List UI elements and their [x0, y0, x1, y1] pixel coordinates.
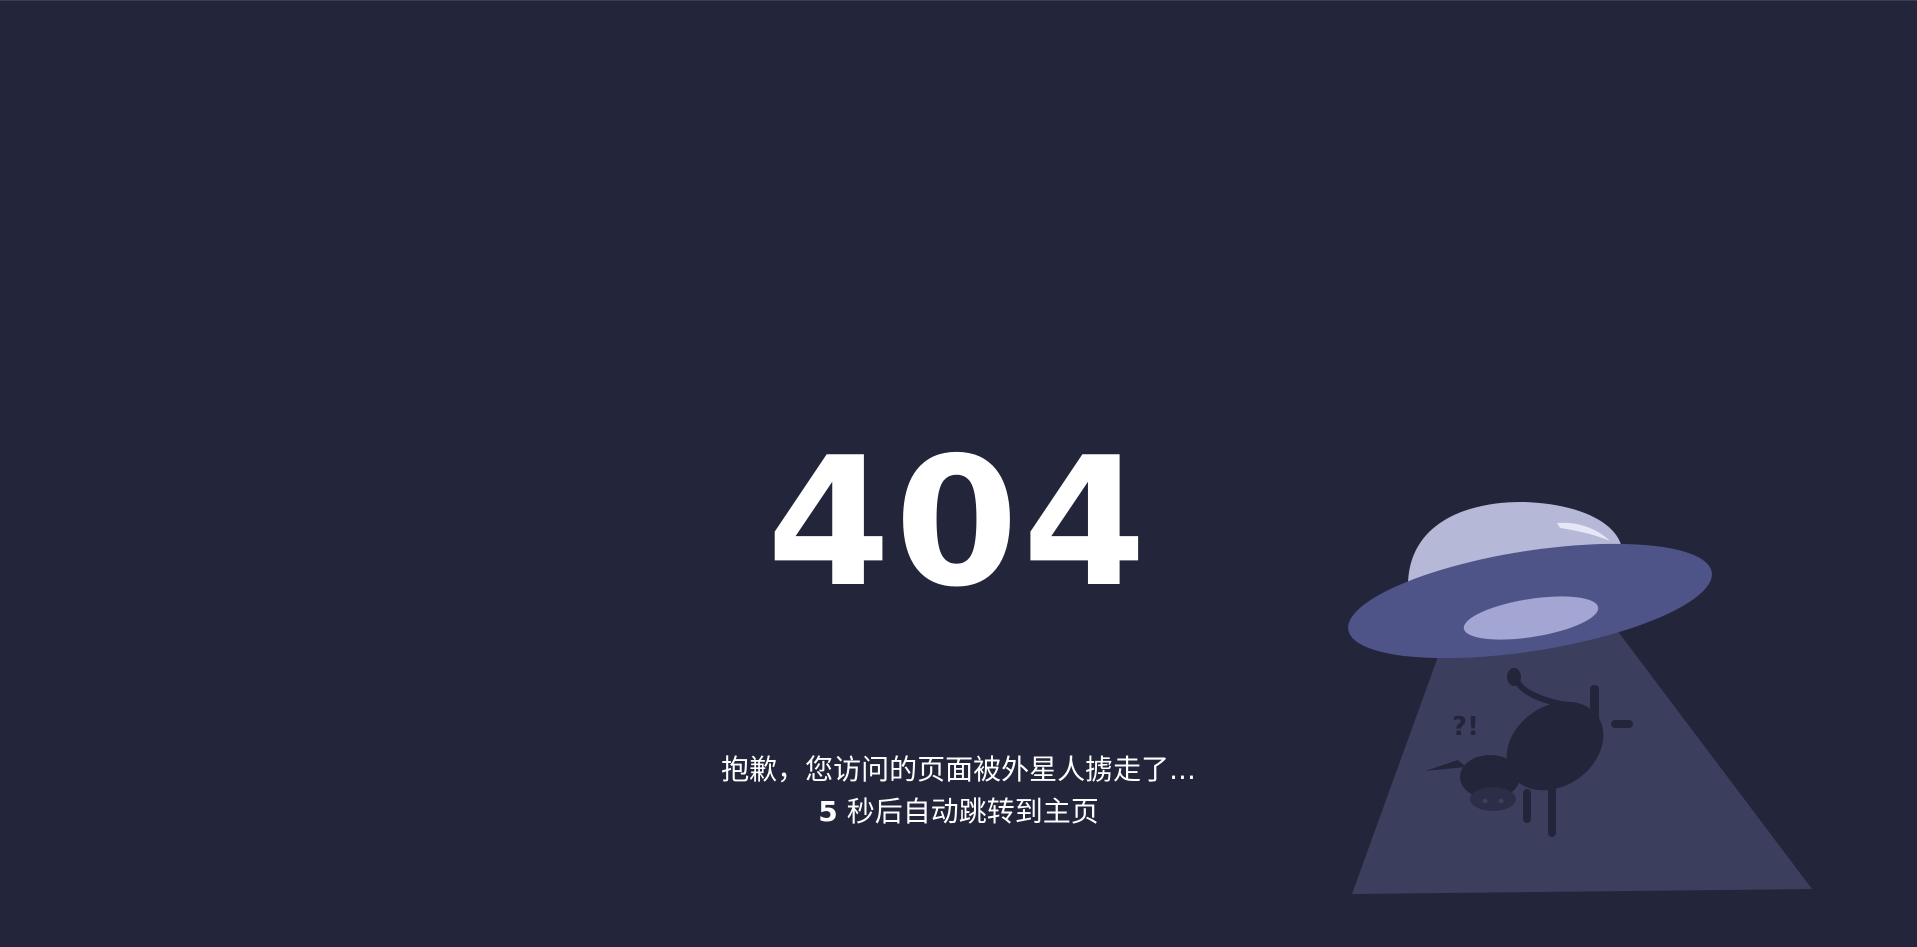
- svg-text:?!: ?!: [1452, 712, 1479, 742]
- countdown-seconds: 5: [818, 795, 838, 828]
- redirect-text: 秒后自动跳转到主页: [846, 795, 1099, 828]
- ufo-abducting-cow-illustration: ?!: [1348, 501, 1812, 894]
- error-page: 404 抱歉，您访问的页面被外星人掳走了... 5 秒后自动跳转到主页 ?!: [0, 0, 1917, 947]
